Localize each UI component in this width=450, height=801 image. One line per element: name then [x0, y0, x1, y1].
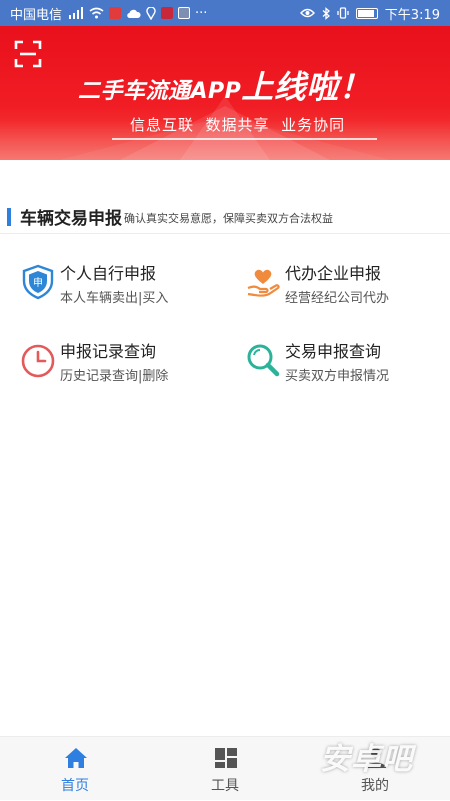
scan-button[interactable] [14, 40, 42, 68]
section-description: 确认真实交易意愿，保障买卖双方合法权益 [124, 212, 333, 225]
item-subtitle: 本人车辆卖出|买入 [60, 291, 169, 306]
section-title: 车辆交易申报 [20, 209, 122, 229]
cloud-icon [127, 9, 141, 18]
item-title: 申报记录查询 [60, 342, 157, 361]
nav-mine-label: 我的 [361, 778, 389, 794]
home-icon [65, 748, 87, 768]
browser-app-icon [178, 7, 191, 19]
banner-headline: 二手车流通APP上线啦！ [78, 62, 371, 108]
battery-icon [355, 7, 378, 19]
personal-declaration-item[interactable]: 申 个人自行申报 本人车辆卖出|买入 [20, 264, 168, 308]
status-bar: 中国电信 ··· 下午3:19 [0, 0, 450, 26]
status-right: 下午3:19 [299, 4, 440, 23]
nav-home[interactable]: 首页 [25, 737, 125, 801]
location-icon [146, 6, 156, 20]
hand-heart-icon [247, 269, 280, 297]
more-notifications-icon: ··· [195, 5, 208, 21]
shield-icon: 申 [22, 264, 54, 300]
nav-tools[interactable]: 工具 [175, 737, 275, 801]
bluetooth-icon [322, 6, 330, 20]
record-query-item[interactable]: 申报记录查询 历史记录查询|删除 [20, 342, 168, 386]
status-icons: ··· [68, 6, 207, 21]
slogan-underline [112, 138, 377, 140]
video-app-icon [109, 7, 122, 19]
agency-declaration-item[interactable]: 代办企业申报 经营经纪公司代办 [245, 264, 389, 308]
headline-suffix: 上线啦！ [241, 68, 372, 106]
scan-icon [14, 40, 42, 68]
eye-icon [299, 8, 315, 18]
carrier-label: 中国电信 [10, 7, 63, 23]
nav-home-label: 首页 [61, 778, 89, 794]
item-subtitle: 买卖双方申报情况 [285, 369, 390, 384]
grid-icon [215, 748, 237, 768]
news-app-icon [161, 7, 174, 19]
vibrate-icon [337, 7, 349, 19]
headline-prefix: 二手车流通APP [78, 79, 242, 104]
wifi-icon [89, 7, 104, 19]
transaction-query-item[interactable]: 交易申报查询 买卖双方申报情况 [245, 342, 389, 386]
shield-label: 申 [33, 276, 43, 289]
item-subtitle: 经营经纪公司代办 [285, 291, 390, 306]
clock-icon [21, 344, 55, 378]
item-title: 代办企业申报 [285, 264, 382, 283]
clock-time: 下午3:19 [384, 7, 440, 23]
item-subtitle: 历史记录查询|删除 [60, 369, 169, 384]
banner-slogan: 信息互联 数据共享 业务协同 [130, 116, 346, 134]
nav-tools-label: 工具 [211, 778, 239, 794]
item-title: 个人自行申报 [60, 264, 157, 283]
section-accent-bar [7, 207, 11, 226]
promo-banner[interactable]: 二手车流通APP上线啦！ 信息互联 数据共享 业务协同 [0, 26, 450, 160]
item-title: 交易申报查询 [285, 342, 382, 361]
signal-icon [69, 7, 84, 19]
section-header: 车辆交易申报 确认真实交易意愿，保障买卖双方合法权益 [0, 200, 450, 234]
magnifier-icon [247, 344, 280, 377]
watermark-text: 安卓吧 [320, 742, 413, 777]
